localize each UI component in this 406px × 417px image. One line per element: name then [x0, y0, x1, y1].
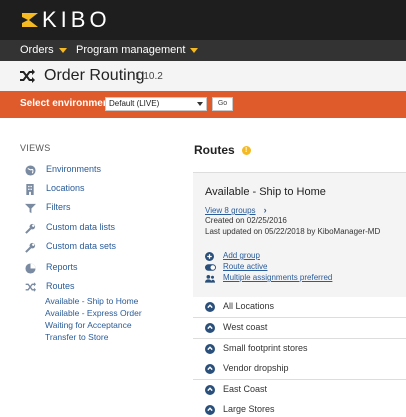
- sidebar-item-label: Custom data sets: [46, 241, 117, 251]
- app-version: 1.10.2: [135, 71, 163, 82]
- group-row[interactable]: East Coast: [193, 380, 406, 401]
- environment-bar: Select environment Default (LIVE) Go: [0, 91, 406, 118]
- brand-bar: KIBO: [0, 0, 406, 40]
- view-groups-label: View 8 groups: [205, 206, 256, 215]
- sidebar-item-label: Custom data lists: [46, 222, 116, 232]
- route-link[interactable]: Waiting for Acceptance: [45, 320, 132, 330]
- route-link[interactable]: Transfer to Store: [45, 332, 108, 342]
- route-link[interactable]: Available - Express Order: [45, 308, 142, 318]
- last-updated: Last updated on 05/22/2018 by KiboManage…: [205, 227, 381, 236]
- group-row[interactable]: Small footprint stores: [193, 339, 406, 360]
- sidebar-item-custom-data-sets[interactable]: Custom data sets: [24, 240, 116, 254]
- menu-program-management[interactable]: Program management: [76, 44, 199, 56]
- arrow-up-circle-icon: [205, 364, 215, 374]
- filter-icon: [24, 202, 36, 214]
- page-title: Order Routing: [44, 67, 145, 84]
- sidebar-item-locations[interactable]: Locations: [24, 182, 85, 196]
- created-date: Created on 02/25/2016: [205, 216, 287, 225]
- globe-icon: [24, 164, 36, 176]
- chevron-down-icon: [58, 47, 67, 53]
- view-groups-link[interactable]: View 8 groups ›: [205, 205, 267, 215]
- sidebar-item-label: Filters: [46, 202, 71, 212]
- routes-heading: Routes !: [194, 143, 251, 157]
- arrow-up-circle-icon: [205, 344, 215, 354]
- add-group-label: Add group: [223, 251, 260, 260]
- arrow-up-circle-icon: [205, 302, 215, 312]
- sidebar-item-custom-data-lists[interactable]: Custom data lists: [24, 221, 115, 235]
- arrow-up-circle-icon: [205, 405, 215, 415]
- group-name: East Coast: [223, 384, 268, 394]
- sidebar-item-label: Environments: [46, 164, 102, 174]
- sidebar-item-label: Routes: [46, 281, 75, 291]
- pie-chart-icon: [24, 262, 36, 274]
- views-heading: VIEWS: [20, 143, 51, 153]
- sidebar-item-label: Reports: [46, 262, 78, 272]
- route-active-toggle[interactable]: Route active: [205, 262, 267, 272]
- shuffle-icon: [20, 69, 35, 83]
- info-icon[interactable]: !: [241, 145, 251, 155]
- group-row[interactable]: Vendor dropship: [193, 359, 406, 380]
- sidebar-item-reports[interactable]: Reports: [24, 261, 78, 275]
- toggle-icon: [205, 263, 216, 271]
- route-active-label: Route active: [223, 262, 268, 271]
- environment-select[interactable]: Default (LIVE): [105, 97, 207, 111]
- sidebar-item-label: Locations: [46, 183, 85, 193]
- group-name: Small footprint stores: [223, 343, 308, 353]
- group-row[interactable]: Large Stores: [193, 400, 406, 417]
- sidebar-item-filters[interactable]: Filters: [24, 201, 71, 215]
- multiple-assignments-action[interactable]: Multiple assignments preferred: [205, 273, 332, 283]
- kibo-logo[interactable]: KIBO: [20, 9, 111, 31]
- chevron-right-icon: ›: [263, 205, 267, 215]
- users-icon: [205, 274, 215, 283]
- group-name: Large Stores: [223, 404, 275, 414]
- shuffle-icon: [24, 281, 36, 293]
- kibo-logo-text: KIBO: [42, 7, 111, 32]
- multiple-assignments-label: Multiple assignments preferred: [223, 273, 333, 282]
- route-link[interactable]: Available - Ship to Home: [45, 296, 138, 306]
- environment-selected-value: Default (LIVE): [109, 99, 160, 108]
- menu-orders[interactable]: Orders: [20, 44, 67, 56]
- group-name: All Locations: [223, 301, 275, 311]
- main-menu: Orders Program management: [0, 40, 406, 61]
- dropdown-arrow-icon: [197, 102, 203, 106]
- group-row[interactable]: West coast: [193, 318, 406, 339]
- chevron-down-icon: [190, 47, 199, 53]
- go-button[interactable]: Go: [212, 97, 233, 111]
- menu-orders-label: Orders: [20, 44, 54, 56]
- arrow-up-circle-icon: [205, 385, 215, 395]
- kibo-logo-mark-icon: [22, 13, 38, 27]
- building-icon: [24, 183, 36, 195]
- routes-heading-text: Routes: [194, 143, 235, 157]
- arrow-up-circle-icon: [205, 323, 215, 333]
- environment-label: Select environment: [20, 98, 113, 109]
- page-header: Order Routing 1.10.2: [0, 61, 406, 92]
- wrench-icon: [24, 241, 36, 253]
- sidebar-item-environments[interactable]: Environments: [24, 163, 101, 177]
- group-name: West coast: [223, 322, 268, 332]
- group-name: Vendor dropship: [223, 363, 289, 373]
- sidebar-item-routes[interactable]: Routes: [24, 280, 75, 294]
- route-detail-card: Available - Ship to Home View 8 groups › …: [193, 172, 406, 298]
- add-group-action[interactable]: Add group: [205, 251, 260, 261]
- route-title: Available - Ship to Home: [205, 186, 326, 198]
- wrench-icon: [24, 222, 36, 234]
- plus-circle-icon: [205, 251, 214, 261]
- menu-program-management-label: Program management: [76, 44, 186, 56]
- group-row[interactable]: All Locations: [193, 297, 406, 318]
